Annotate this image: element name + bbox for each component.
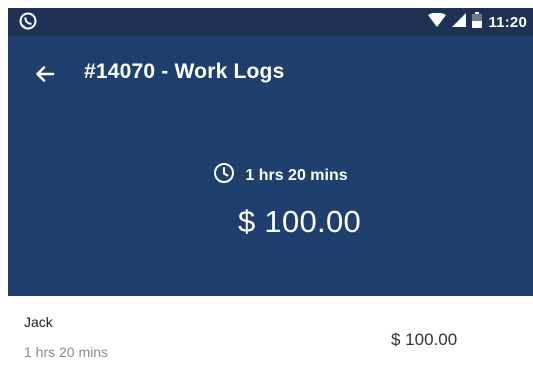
total-amount: $ 100.00 <box>237 204 362 239</box>
wifi-icon <box>428 12 447 32</box>
total-time: 1 hrs 20 mins <box>8 162 533 189</box>
screen: 11:20 #14070 - Work Logs 1 hrs 20 mins $… <box>0 0 533 374</box>
page-title: #14070 - Work Logs <box>84 60 285 83</box>
worker-name: Jack <box>24 314 53 330</box>
back-button[interactable] <box>32 61 58 87</box>
whatsapp-icon <box>18 11 38 31</box>
clock-icon <box>213 162 235 189</box>
work-log-row[interactable]: Jack 1 hrs 20 mins $ 100.00 <box>8 294 533 374</box>
status-icons: 11:20 <box>428 11 527 33</box>
status-bar: 11:20 <box>8 8 533 36</box>
total-time-text: 1 hrs 20 mins <box>245 166 348 184</box>
log-duration: 1 hrs 20 mins <box>24 344 109 360</box>
status-time: 11:20 <box>488 13 527 31</box>
battery-icon <box>472 11 483 33</box>
log-amount: $ 100.00 <box>391 330 458 349</box>
arrow-left-icon <box>32 66 58 91</box>
signal-icon <box>452 12 467 32</box>
app-bar: #14070 - Work Logs 1 hrs 20 mins $ 100.0… <box>8 36 533 294</box>
